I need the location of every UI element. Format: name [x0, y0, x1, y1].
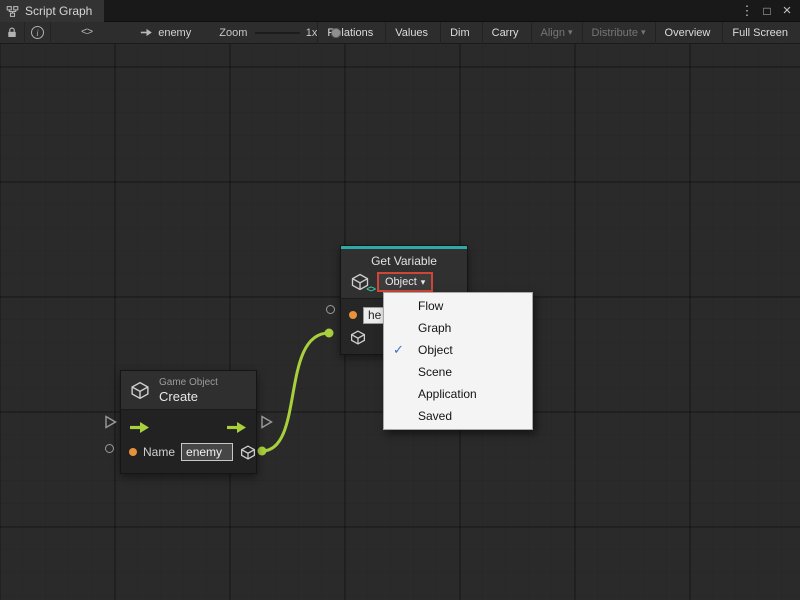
- menu-item-label: Flow: [418, 299, 443, 313]
- carry-button[interactable]: Carry: [482, 22, 531, 44]
- node-category: Game Object: [159, 377, 218, 389]
- window-menu-icon[interactable]: ⋮: [738, 2, 756, 20]
- zoom-slider-track: [255, 32, 299, 34]
- relations-button[interactable]: Relations: [317, 22, 385, 44]
- variable-scope-dropdown[interactable]: Object ▾: [377, 272, 433, 292]
- menu-item-object[interactable]: ✓ Object: [384, 339, 532, 361]
- align-button[interactable]: Align▾: [531, 22, 582, 44]
- tab-title: Script Graph: [25, 4, 92, 18]
- fullscreen-button[interactable]: Full Screen: [722, 22, 800, 44]
- overview-button[interactable]: Overview: [655, 22, 723, 44]
- flow-out-arrow-icon[interactable]: [226, 421, 248, 434]
- menu-item-label: Saved: [418, 409, 452, 423]
- check-icon: ✓: [393, 342, 404, 358]
- dim-button[interactable]: Dim: [440, 22, 482, 44]
- code-badge-icon: <>: [366, 285, 375, 295]
- graph-canvas[interactable]: Get Variable <> Object ▾: [0, 44, 800, 600]
- info-button[interactable]: i: [25, 22, 51, 44]
- align-label: Align: [541, 27, 565, 39]
- create-node[interactable]: Game Object Create Name: [120, 370, 257, 474]
- menu-item-label: Graph: [418, 321, 451, 335]
- name-input-port[interactable]: [349, 311, 357, 319]
- value-output-cube-icon[interactable]: [349, 329, 367, 346]
- create-node-body: Name: [121, 409, 256, 473]
- chevron-down-icon: ▾: [421, 277, 426, 288]
- flow-out-port[interactable]: [260, 415, 273, 429]
- distribute-button[interactable]: Distribute▾: [582, 22, 655, 44]
- info-icon: i: [31, 26, 44, 39]
- carry-label: Carry: [492, 27, 519, 39]
- menu-item-label: Object: [418, 343, 453, 357]
- menu-item-saved[interactable]: Saved: [384, 405, 532, 427]
- create-node-header: Game Object Create: [121, 371, 256, 409]
- graph-asset-icon: [140, 27, 153, 38]
- script-graph-icon: [6, 5, 19, 18]
- result-cube-icon[interactable]: [239, 444, 257, 461]
- overview-label: Overview: [665, 27, 711, 39]
- tab-script-graph[interactable]: Script Graph: [0, 0, 104, 22]
- zoom-value: 1x: [306, 27, 318, 39]
- graph-name: enemy: [158, 27, 191, 39]
- left-input-port[interactable]: [105, 444, 114, 453]
- menu-item-label: Application: [418, 387, 477, 401]
- variable-cube-icon: <>: [349, 272, 371, 292]
- graph-toolbar: i <> enemy Zoom 1x Relations Values Dim …: [0, 22, 800, 44]
- graph-breadcrumb[interactable]: enemy: [140, 27, 191, 39]
- lock-icon: [6, 26, 18, 39]
- zoom-label: Zoom: [219, 27, 247, 39]
- code-view-button[interactable]: <>: [75, 22, 98, 44]
- script-graph-window: Script Graph ⋮ □ × i <> enemy Z: [0, 0, 800, 600]
- values-button[interactable]: Values: [385, 22, 440, 44]
- dim-label: Dim: [450, 27, 470, 39]
- menu-item-flow[interactable]: Flow: [384, 295, 532, 317]
- flow-in-arrow-icon[interactable]: [129, 421, 151, 434]
- connection-edge[interactable]: [262, 333, 329, 451]
- node-title: Create: [159, 389, 218, 404]
- fullscreen-label: Full Screen: [732, 27, 788, 39]
- code-icon: <>: [81, 27, 92, 39]
- lock-button[interactable]: [0, 22, 25, 44]
- menu-item-graph[interactable]: Graph: [384, 317, 532, 339]
- title-bar: Script Graph ⋮ □ ×: [0, 0, 800, 22]
- window-controls: ⋮ □ ×: [738, 0, 800, 21]
- menu-item-application[interactable]: Application: [384, 383, 532, 405]
- name-input-port[interactable]: [129, 448, 137, 456]
- name-value-field[interactable]: [181, 443, 233, 461]
- game-object-cube-icon: [129, 380, 151, 401]
- flow-in-port[interactable]: [104, 415, 117, 429]
- get-variable-header: Get Variable <> Object ▾: [341, 249, 467, 298]
- name-port-label: Name: [143, 445, 175, 459]
- menu-item-scene[interactable]: Scene: [384, 361, 532, 383]
- left-input-port[interactable]: [326, 305, 335, 314]
- toolbar-button-group: Relations Values Dim Carry Align▾ Distri…: [317, 22, 800, 44]
- values-label: Values: [395, 27, 428, 39]
- maximize-icon[interactable]: □: [758, 2, 776, 20]
- distribute-caret-icon: ▾: [641, 27, 646, 38]
- zoom-slider-thumb[interactable]: [331, 28, 341, 38]
- variable-kind-menu: Flow Graph ✓ Object Scene Application Sav…: [383, 292, 533, 430]
- edge-end-dot[interactable]: [325, 329, 334, 338]
- close-icon[interactable]: ×: [778, 2, 796, 20]
- menu-item-label: Scene: [418, 365, 452, 379]
- edge-start-dot[interactable]: [258, 447, 267, 456]
- scope-value: Object: [385, 276, 417, 288]
- align-caret-icon: ▾: [568, 27, 573, 38]
- zoom-slider[interactable]: [255, 22, 299, 44]
- distribute-label: Distribute: [592, 27, 638, 39]
- node-title: Get Variable: [341, 253, 467, 270]
